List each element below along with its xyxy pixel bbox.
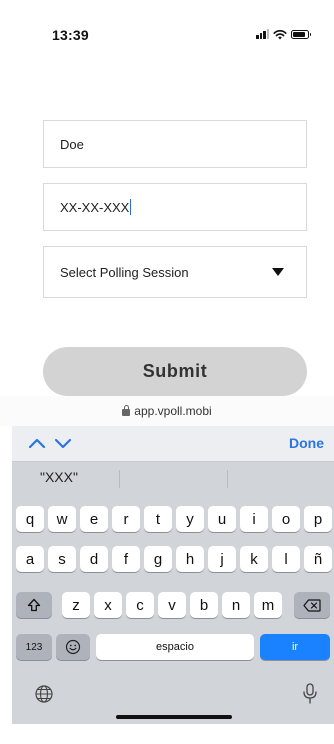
- last-name-value: Doe: [60, 136, 84, 152]
- key-l[interactable]: l: [272, 546, 300, 572]
- keyboard-accessory-bar: Done: [12, 426, 334, 462]
- key-i[interactable]: i: [240, 506, 268, 532]
- status-bar: 13:39: [0, 0, 334, 60]
- wifi-icon: [273, 29, 287, 39]
- last-name-input[interactable]: Doe: [43, 120, 307, 168]
- suggestion-divider: [119, 470, 120, 488]
- next-field-chevron-down-icon[interactable]: [54, 437, 72, 449]
- key-w[interactable]: w: [48, 506, 76, 532]
- key-s[interactable]: s: [48, 546, 76, 572]
- key-x[interactable]: x: [94, 592, 122, 618]
- key-v[interactable]: v: [158, 592, 186, 618]
- submit-button[interactable]: Submit: [43, 347, 307, 396]
- key-m[interactable]: m: [254, 592, 282, 618]
- numbers-key[interactable]: 123: [16, 634, 52, 660]
- key-q[interactable]: q: [16, 506, 44, 532]
- globe-icon[interactable]: [34, 684, 54, 704]
- key-k[interactable]: k: [240, 546, 268, 572]
- key-e[interactable]: e: [80, 506, 108, 532]
- polling-session-value: Select Polling Session: [60, 264, 189, 280]
- key-g[interactable]: g: [144, 546, 172, 572]
- polling-session-select[interactable]: Select Polling Session: [43, 246, 307, 298]
- suggestion-bar: "XXX": [12, 462, 334, 494]
- lock-icon: [122, 405, 131, 416]
- key-n[interactable]: n: [222, 592, 250, 618]
- key-h[interactable]: h: [176, 546, 204, 572]
- key-z[interactable]: z: [62, 592, 90, 618]
- emoji-key[interactable]: [56, 634, 90, 660]
- id-value: XX-XX-XXX: [60, 199, 130, 215]
- key-u[interactable]: u: [208, 506, 236, 532]
- backspace-icon: [303, 598, 321, 612]
- keyboard: Done "XXX" q w e r t y u i o p a s d f g…: [12, 426, 334, 724]
- status-time: 13:39: [52, 27, 89, 43]
- key-f[interactable]: f: [112, 546, 140, 572]
- microphone-icon[interactable]: [302, 683, 318, 705]
- key-n-tilde[interactable]: ñ: [304, 546, 332, 572]
- id-input[interactable]: XX-XX-XXX: [43, 183, 307, 231]
- cellular-signal-icon: [256, 29, 269, 39]
- key-p[interactable]: p: [304, 506, 332, 532]
- backspace-key[interactable]: [294, 592, 330, 618]
- battery-icon: [291, 29, 311, 39]
- key-j[interactable]: j: [208, 546, 236, 572]
- url-bar[interactable]: app.vpoll.mobi: [0, 396, 334, 426]
- key-a[interactable]: a: [16, 546, 44, 572]
- key-b[interactable]: b: [190, 592, 218, 618]
- done-button[interactable]: Done: [289, 435, 324, 451]
- home-indicator: [116, 715, 232, 719]
- previous-field-chevron-up-icon[interactable]: [28, 437, 46, 449]
- dropdown-triangle-icon: [272, 268, 284, 276]
- shift-key[interactable]: [16, 592, 52, 618]
- status-icons: [256, 28, 311, 40]
- url-text: app.vpoll.mobi: [134, 404, 212, 418]
- shift-arrow-icon: [27, 598, 41, 612]
- key-c[interactable]: c: [126, 592, 154, 618]
- phone-screen: 13:39 Doe XX-XX-XXX Select Polling Sessi…: [0, 0, 334, 744]
- key-y[interactable]: y: [176, 506, 204, 532]
- suggestion-divider: [227, 470, 228, 488]
- space-key[interactable]: espacio: [96, 634, 254, 660]
- key-d[interactable]: d: [80, 546, 108, 572]
- key-r[interactable]: r: [112, 506, 140, 532]
- text-cursor: [130, 199, 132, 215]
- go-key[interactable]: ir: [260, 634, 330, 660]
- emoji-smiley-icon: [65, 639, 81, 655]
- key-o[interactable]: o: [272, 506, 300, 532]
- key-t[interactable]: t: [144, 506, 172, 532]
- suggestion-item[interactable]: "XXX": [40, 469, 78, 485]
